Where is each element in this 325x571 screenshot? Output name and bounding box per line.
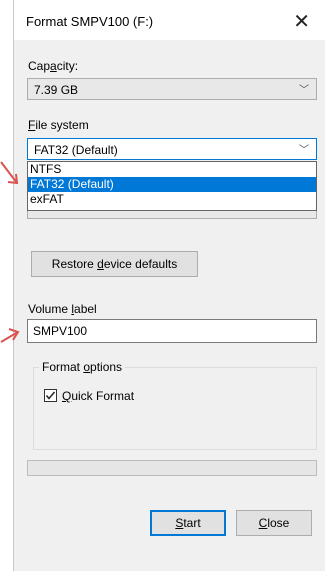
allocation-unit-dropdown[interactable] — [27, 211, 317, 219]
title-bar: Format SMPV100 (F:) ✕ — [14, 0, 325, 40]
capacity-label: Capacity: — [28, 59, 79, 73]
start-button[interactable]: Start — [150, 510, 226, 536]
capacity-dropdown[interactable]: 7.39 GB ﹀ — [27, 78, 317, 100]
chevron-down-icon: ﹀ — [299, 145, 309, 156]
annotation-arrow-icon — [0, 328, 20, 343]
format-options-title: Format options — [39, 360, 126, 374]
file-system-dropdown[interactable]: FAT32 (Default) ﹀ — [27, 138, 317, 160]
option-fat32[interactable]: FAT32 (Default) — [28, 177, 316, 192]
volume-label-input[interactable]: SMPV100 — [27, 319, 317, 343]
quick-format-checkbox[interactable] — [44, 389, 57, 402]
capacity-value: 7.39 GB — [34, 83, 79, 97]
volume-label-value: SMPV100 — [33, 324, 88, 338]
file-system-options-list: NTFS FAT32 (Default) exFAT — [27, 161, 317, 211]
volume-label-label: Volume label — [28, 302, 97, 316]
restore-device-defaults-button[interactable]: Restore device defaults — [31, 251, 198, 277]
format-progress-bar — [27, 460, 317, 476]
format-dialog: Format SMPV100 (F:) ✕ Capacity: 7.39 GB … — [13, 0, 325, 571]
file-system-value: FAT32 (Default) — [34, 143, 118, 157]
chevron-down-icon: ﹀ — [299, 85, 309, 96]
quick-format-label[interactable]: Quick Format — [62, 389, 134, 403]
annotation-arrow-icon — [0, 161, 19, 185]
option-exfat[interactable]: exFAT — [28, 192, 316, 207]
checkmark-icon — [45, 391, 56, 400]
file-system-label: File system — [28, 118, 89, 132]
window-title: Format SMPV100 (F:) — [26, 14, 154, 29]
option-ntfs[interactable]: NTFS — [28, 162, 316, 177]
close-button[interactable]: Close — [236, 510, 312, 536]
format-options-group — [33, 367, 317, 450]
close-icon[interactable]: ✕ — [293, 9, 310, 33]
